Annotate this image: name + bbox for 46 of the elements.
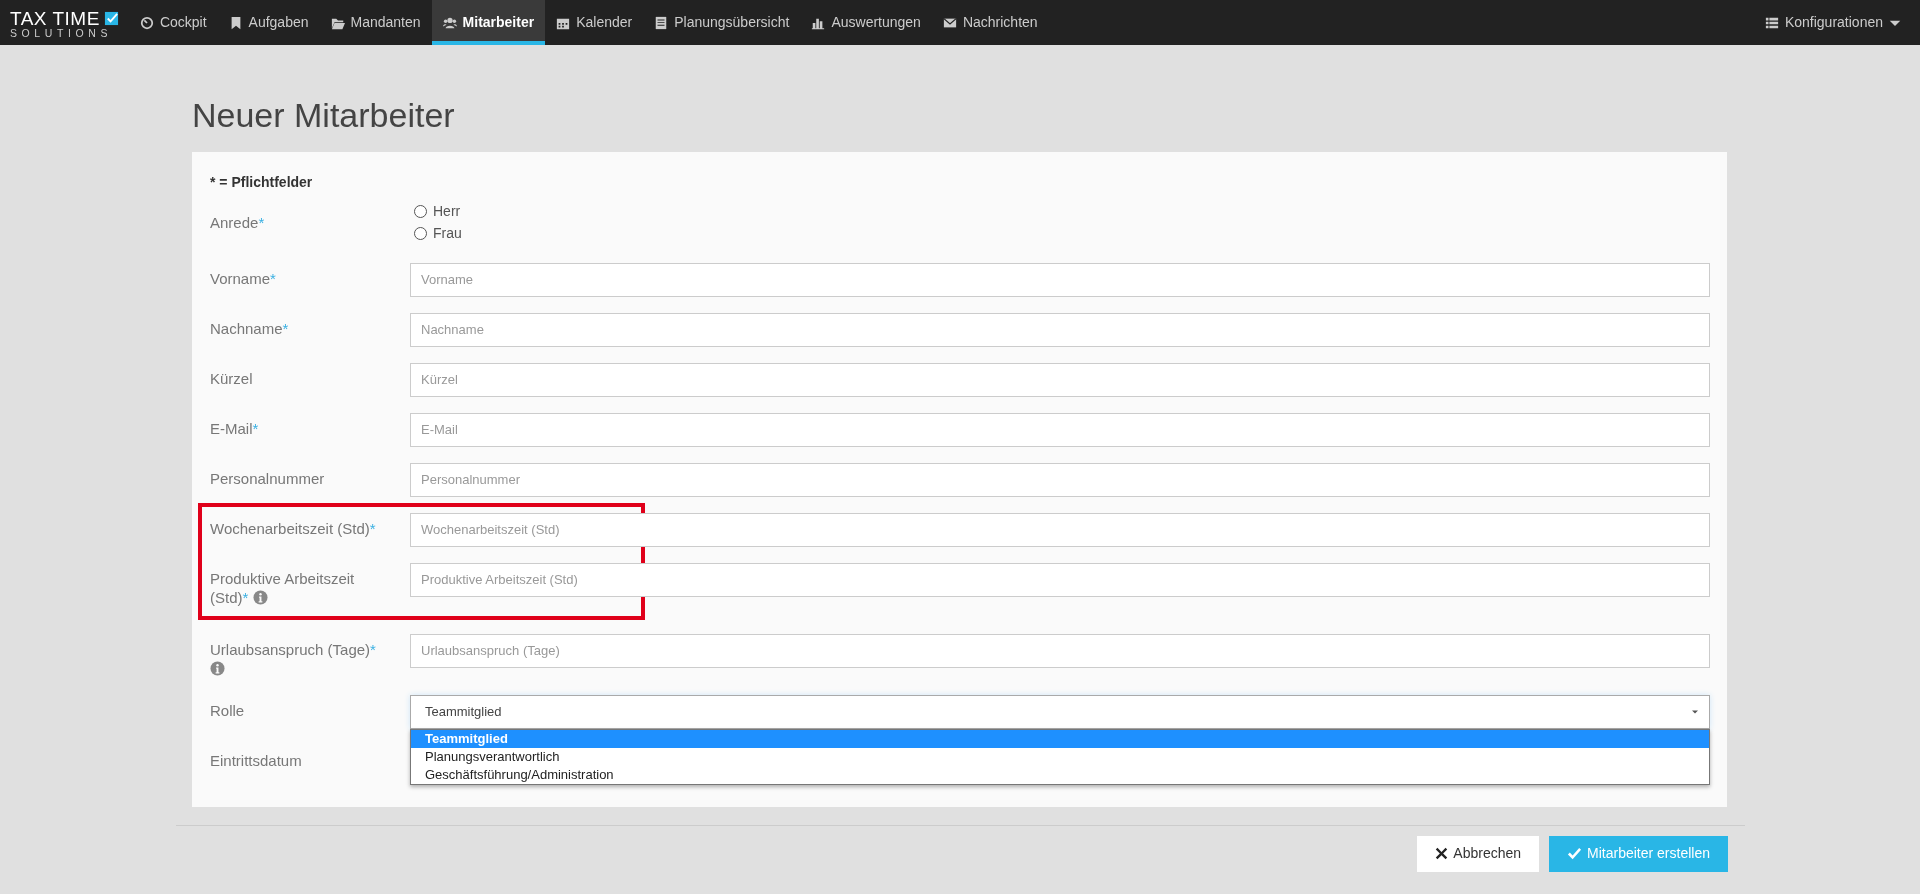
nav-tab[interactable]: Planungsübersicht (643, 0, 801, 45)
nav-tab[interactable]: Aufgaben (217, 0, 320, 45)
input-field[interactable]: Vorname (410, 262, 1710, 297)
nav-tab[interactable]: Cockpit (128, 0, 218, 45)
input-field[interactable]: Personalnummer (410, 462, 1710, 497)
close-icon (1435, 847, 1449, 861)
nav-tab[interactable]: Mitarbeiter (431, 0, 546, 45)
field-label: Wochenarbeitszeit (Std)* (210, 519, 376, 537)
field-label: Produktive Arbeitszeit (Std)* (210, 569, 355, 607)
envelope-icon (942, 15, 957, 30)
page-title: Neuer Mitarbeiter (192, 95, 456, 136)
radio-option[interactable]: Herr (414, 200, 462, 223)
check-icon (1567, 846, 1583, 862)
dropdown-option[interactable]: Geschäftsführung/Administration (411, 765, 1709, 784)
field-label: Vorname* (210, 269, 276, 287)
input-field[interactable]: Produktive Arbeitszeit (Std) (410, 562, 1710, 597)
input-field[interactable]: Wochenarbeitszeit (Std) (410, 512, 1710, 547)
radio-option[interactable]: Frau (414, 222, 462, 245)
input-field[interactable]: E-Mail (410, 412, 1710, 447)
field-label: Anrede* (210, 213, 265, 231)
nav-tab[interactable]: Mandanten (319, 0, 432, 45)
nav-tab[interactable]: Nachrichten (931, 0, 1049, 45)
field-label: Rolle (210, 701, 245, 719)
config-menu[interactable]: Konfigurationen (1753, 0, 1912, 45)
input-field[interactable]: Nachname (410, 312, 1710, 347)
field-label: Kürzel (210, 369, 253, 387)
field-label: Nachname* (210, 319, 289, 337)
field-label: Eintrittsdatum (210, 751, 302, 769)
select-field[interactable]: Teammitglied (410, 694, 1710, 729)
input-field[interactable]: Urlaubsanspruch (Tage) (410, 633, 1710, 668)
input-field[interactable]: Kürzel (410, 362, 1710, 397)
dropdown-option[interactable]: Planungsverantwortlich (411, 747, 1709, 766)
checkbox-icon (103, 11, 119, 27)
list-icon (654, 15, 669, 30)
required-note: * = Pflichtfelder (210, 172, 314, 192)
nav-tab[interactable]: Kalender (545, 0, 644, 45)
brand-name: TAX TIME (10, 9, 100, 29)
brand-tagline: SOLUTIONS (10, 28, 114, 39)
field-label: Urlaubsanspruch (Tage)* (210, 640, 376, 658)
field-label: E-Mail* (210, 419, 259, 437)
field-label: Personalnummer (210, 469, 325, 487)
people-icon (442, 15, 457, 30)
cancel-button[interactable]: Abbrechen (1417, 835, 1540, 872)
gauge-icon (139, 15, 154, 30)
list-icon (1764, 15, 1779, 30)
nav-tab[interactable]: Auswertungen (800, 0, 932, 45)
